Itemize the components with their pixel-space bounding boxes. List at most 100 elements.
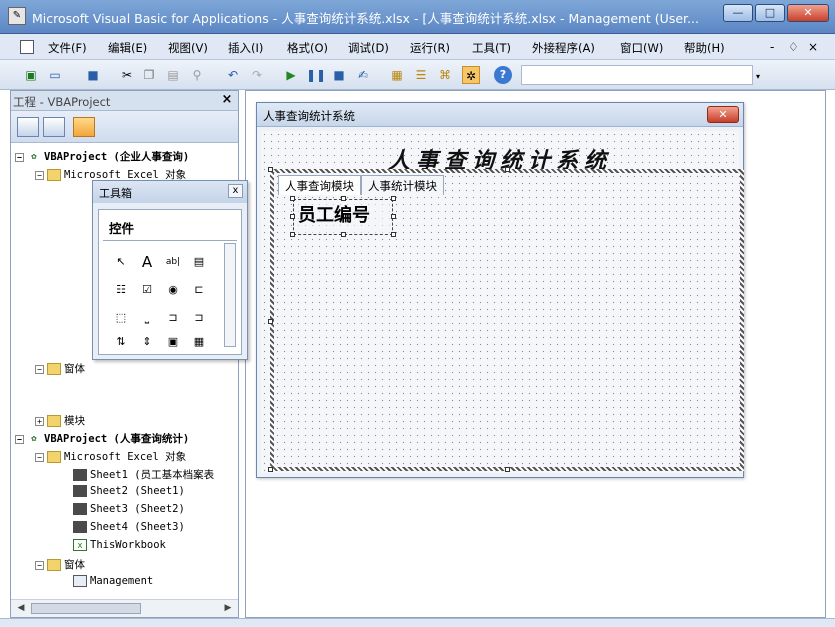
menu-file[interactable]: 文件(F) bbox=[48, 40, 87, 56]
toolbox-window[interactable]: 工具箱 x 控件 ↖ A ab| ▤ ☷ ☑ ◉ ⊏ ⬚ ⎵ ⊐ ⊐ ⇅ ⇕ ▣… bbox=[92, 180, 248, 360]
menu-debug[interactable]: 调试(D) bbox=[348, 40, 389, 56]
tree-item[interactable]: x ThisWorkbook bbox=[73, 539, 166, 551]
toolbar-options-icon[interactable]: ▾ bbox=[756, 72, 764, 84]
toolbox-scrollbar[interactable] bbox=[224, 243, 236, 347]
tree-item[interactable]: − ✿ VBAProject (企业人事查询) bbox=[15, 149, 189, 164]
refedit-tool-icon[interactable]: ▦ bbox=[189, 332, 209, 352]
userform-close-button[interactable]: ✕ bbox=[707, 106, 739, 123]
tree-item[interactable]: Management bbox=[73, 575, 153, 587]
userform-canvas[interactable]: 人事查询统计系统 人事查询模块 人事统计模块 员工编号 bbox=[261, 131, 740, 473]
resize-handle[interactable] bbox=[268, 467, 273, 472]
break-icon[interactable]: ❚❚ bbox=[306, 66, 326, 84]
commandbutton-tool-icon[interactable]: ⎵ bbox=[137, 308, 157, 328]
undo-icon[interactable]: ↶ bbox=[224, 66, 242, 84]
toolbox-titlebar[interactable]: 工具箱 x bbox=[93, 181, 247, 203]
run-icon[interactable]: ▶ bbox=[282, 66, 300, 84]
multipage-control[interactable]: 人事查询模块 人事统计模块 员工编号 bbox=[270, 169, 744, 471]
document-icon[interactable] bbox=[20, 40, 34, 54]
tree-item[interactable]: Sheet1 (员工基本档案表 bbox=[73, 467, 214, 482]
mdi-minimize-button[interactable]: - bbox=[770, 40, 774, 54]
paste-icon[interactable]: ▤ bbox=[164, 66, 182, 84]
checkbox-tool-icon[interactable]: ☑ bbox=[137, 280, 157, 300]
menu-insert[interactable]: 插入(I) bbox=[228, 40, 263, 56]
multipage-page[interactable]: 人事查询模块 人事统计模块 员工编号 bbox=[274, 173, 740, 467]
resize-handle[interactable] bbox=[505, 167, 510, 172]
tree-item[interactable]: Sheet3 (Sheet2) bbox=[73, 503, 185, 515]
userform-designer[interactable]: 人事查询统计系统 ✕ 人事查询统计系统 人事查询模块 人事统计模块 员工编号 bbox=[256, 102, 744, 478]
resize-handle[interactable] bbox=[505, 467, 510, 472]
cut-icon[interactable]: ✂ bbox=[118, 66, 136, 84]
project-explorer-close-button[interactable]: × bbox=[219, 93, 235, 107]
menu-addins[interactable]: 外接程序(A) bbox=[532, 40, 595, 56]
pointer-tool-icon[interactable]: ↖ bbox=[111, 252, 131, 272]
menu-run[interactable]: 运行(R) bbox=[410, 40, 450, 56]
tabstrip-tool-icon[interactable]: ⊐ bbox=[163, 308, 183, 328]
collapse-icon[interactable]: − bbox=[15, 152, 24, 162]
optionbutton-tool-icon[interactable]: ◉ bbox=[163, 280, 183, 300]
resize-handle[interactable] bbox=[341, 232, 346, 237]
mdi-close-button[interactable]: × bbox=[808, 40, 818, 54]
collapse-icon[interactable]: − bbox=[35, 170, 44, 180]
scroll-right-icon[interactable]: ▶ bbox=[220, 602, 236, 615]
spinbutton-tool-icon[interactable]: ⇕ bbox=[137, 332, 157, 352]
employee-id-label[interactable]: 员工编号 bbox=[293, 199, 393, 235]
resize-handle[interactable] bbox=[391, 232, 396, 237]
toolbox-close-button[interactable]: x bbox=[228, 184, 243, 198]
resize-handle[interactable] bbox=[391, 214, 396, 219]
maximize-button[interactable]: □ bbox=[755, 4, 785, 22]
menu-tools[interactable]: 工具(T) bbox=[472, 40, 511, 56]
resize-handle[interactable] bbox=[268, 167, 273, 172]
menu-help[interactable]: 帮助(H) bbox=[684, 40, 725, 56]
project-explorer-icon[interactable]: ▦ bbox=[388, 66, 406, 84]
redo-icon[interactable]: ↷ bbox=[248, 66, 266, 84]
copy-icon[interactable]: ❐ bbox=[140, 66, 158, 84]
tree-item[interactable]: − 窗体 bbox=[35, 361, 85, 376]
collapse-icon[interactable]: − bbox=[35, 560, 44, 570]
scrollbar-tool-icon[interactable]: ⇅ bbox=[111, 332, 131, 352]
menu-view[interactable]: 视图(V) bbox=[168, 40, 208, 56]
find-icon[interactable]: ⚲ bbox=[188, 66, 206, 84]
scroll-thumb[interactable] bbox=[31, 603, 141, 614]
tree-item[interactable]: Sheet2 (Sheet1) bbox=[73, 485, 185, 497]
resize-handle[interactable] bbox=[290, 232, 295, 237]
expand-icon[interactable]: + bbox=[35, 416, 44, 426]
resize-handle[interactable] bbox=[290, 214, 295, 219]
resize-handle[interactable] bbox=[268, 319, 273, 324]
resize-handle[interactable] bbox=[290, 196, 295, 201]
view-object-icon[interactable] bbox=[43, 117, 65, 137]
minimize-button[interactable]: — bbox=[723, 4, 753, 22]
listbox-tool-icon[interactable]: ☷ bbox=[111, 280, 131, 300]
resize-handle[interactable] bbox=[341, 196, 346, 201]
collapse-icon[interactable]: − bbox=[15, 434, 24, 444]
tab-stats-module[interactable]: 人事统计模块 bbox=[361, 175, 444, 195]
tree-item[interactable]: − Microsoft Excel 对象 bbox=[35, 449, 186, 464]
object-browser-icon[interactable]: ⌘ bbox=[436, 66, 454, 84]
image-tool-icon[interactable]: ▣ bbox=[163, 332, 183, 352]
tree-item[interactable]: − 窗体 bbox=[35, 557, 85, 572]
tab-controls[interactable]: 控件 bbox=[109, 218, 134, 237]
multipage-tool-icon[interactable]: ⊐ bbox=[189, 308, 209, 328]
combobox-tool-icon[interactable]: ▤ bbox=[189, 252, 209, 272]
frame-tool-icon[interactable]: ⬚ bbox=[111, 308, 131, 328]
insert-userform-icon[interactable]: ▭ bbox=[46, 66, 64, 84]
tree-item[interactable]: − ✿ VBAProject (人事查询统计) bbox=[15, 431, 189, 446]
properties-icon[interactable]: ☰ bbox=[412, 66, 430, 84]
menu-format[interactable]: 格式(O) bbox=[287, 40, 328, 56]
view-code-icon[interactable] bbox=[17, 117, 39, 137]
reset-icon[interactable]: ■ bbox=[330, 66, 348, 84]
userform-titlebar[interactable]: 人事查询统计系统 ✕ bbox=[257, 103, 743, 127]
tab-query-module[interactable]: 人事查询模块 bbox=[278, 175, 361, 195]
collapse-icon[interactable]: − bbox=[35, 364, 44, 374]
collapse-icon[interactable]: − bbox=[35, 452, 44, 462]
label-tool-icon[interactable]: A bbox=[137, 252, 157, 272]
textbox-tool-icon[interactable]: ab| bbox=[163, 252, 183, 272]
save-icon[interactable]: ■ bbox=[84, 66, 102, 84]
tree-item[interactable]: Sheet4 (Sheet3) bbox=[73, 521, 185, 533]
vba-app-icon[interactable]: ✎ bbox=[8, 7, 26, 25]
menu-window[interactable]: 窗口(W) bbox=[620, 40, 663, 56]
toggle-folders-icon[interactable] bbox=[73, 117, 95, 137]
excel-icon[interactable]: ▣ bbox=[22, 66, 40, 84]
close-button[interactable]: ✕ bbox=[787, 4, 829, 22]
toolbox-icon[interactable]: ✲ bbox=[462, 66, 480, 84]
design-mode-icon[interactable]: ✍ bbox=[354, 66, 372, 84]
